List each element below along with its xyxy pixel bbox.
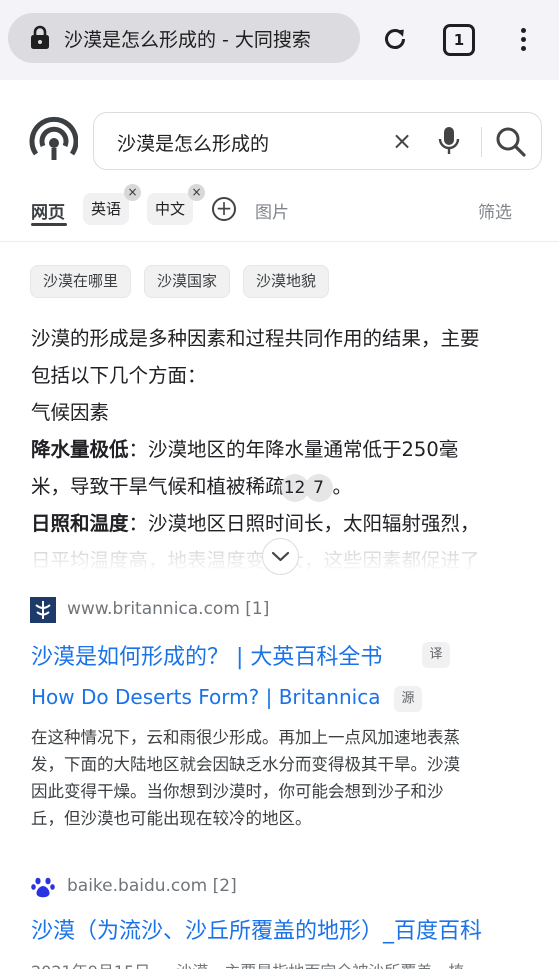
datong-logo[interactable]: [28, 116, 78, 166]
britannica-favicon: [30, 597, 56, 623]
chevron-down-icon: [271, 551, 290, 562]
related-search-chip[interactable]: 沙漠国家: [144, 265, 231, 298]
result-title[interactable]: 沙漠（为流沙、沙丘所覆盖的地形）_百度百科: [31, 913, 482, 945]
result-source[interactable]: www.britannica.com [1]: [67, 599, 269, 619]
add-language-icon[interactable]: +: [212, 197, 236, 221]
point-label: 降水量极低: [31, 438, 129, 461]
remove-english-icon[interactable]: ×: [124, 184, 141, 201]
lang-chip-english[interactable]: 英语: [83, 193, 130, 225]
clear-icon[interactable]: ×: [392, 129, 412, 153]
lang-chip-label: 英语: [91, 200, 122, 218]
address-bar-title: 沙漠是怎么形成的 - 大同搜索: [64, 29, 311, 51]
browser-toolbar: 沙漠是怎么形成的 - 大同搜索 1: [0, 0, 559, 80]
reload-icon[interactable]: [381, 25, 409, 53]
source-tag: 源: [394, 686, 422, 712]
summary-section-heading: 气候因素: [31, 401, 110, 424]
filter-bar: 网页 英语 × 中文 × + 图片 筛选: [0, 184, 559, 242]
result-source[interactable]: baike.baidu.com [2]: [67, 876, 237, 896]
result-title[interactable]: 沙漠是如何形成的？ | 大英百科全书: [31, 639, 382, 671]
citation-badge[interactable]: 7: [304, 473, 333, 502]
baidu-paw-favicon: [31, 877, 55, 898]
summary-line: 米，导致干旱气候和植被稀疏12 7。: [31, 468, 531, 505]
summary-line: 包括以下几个方面：: [31, 364, 207, 387]
address-bar[interactable]: 沙漠是怎么形成的 - 大同搜索: [8, 13, 360, 63]
related-search-chip[interactable]: 沙漠在哪里: [30, 265, 132, 298]
tab-images[interactable]: 图片: [255, 198, 289, 223]
tab-web[interactable]: 网页: [31, 198, 65, 223]
search-box-divider: [481, 127, 482, 157]
remove-chinese-icon[interactable]: ×: [188, 184, 205, 201]
translated-tag: 译: [422, 642, 450, 668]
microphone-icon[interactable]: [437, 125, 461, 157]
active-tab-indicator: [31, 223, 67, 226]
filter-button[interactable]: 筛选: [478, 198, 512, 223]
related-search-chip[interactable]: 沙漠地貌: [243, 265, 330, 298]
summary-line: 降水量极低：沙漠地区的年降水量通常低于250毫: [31, 438, 459, 461]
tab-switcher-button[interactable]: 1: [443, 24, 475, 56]
search-icon[interactable]: [495, 126, 527, 158]
result-snippet: 在这种情况下，云和雨很少形成。再加上一点风加速地表蒸 发，下面的大陆地区就会因缺…: [31, 728, 460, 828]
search-input[interactable]: 沙漠是怎么形成的: [117, 129, 269, 156]
more-menu-icon[interactable]: [513, 25, 533, 55]
lang-chip-chinese[interactable]: 中文: [147, 193, 194, 225]
lang-chip-label: 中文: [155, 200, 186, 218]
result-original-title[interactable]: How Do Deserts Form? | Britannica: [31, 685, 380, 709]
expand-summary-button[interactable]: [262, 538, 299, 575]
summary-line: 沙漠的形成是多种因素和过程共同作用的结果，主要: [31, 327, 480, 350]
lock-icon: [31, 25, 49, 49]
search-box[interactable]: 沙漠是怎么形成的 ×: [93, 112, 542, 170]
result-snippet: 2021年9月15日 — 沙漠，主要是指地面完全被沙所覆盖、植: [31, 958, 464, 969]
